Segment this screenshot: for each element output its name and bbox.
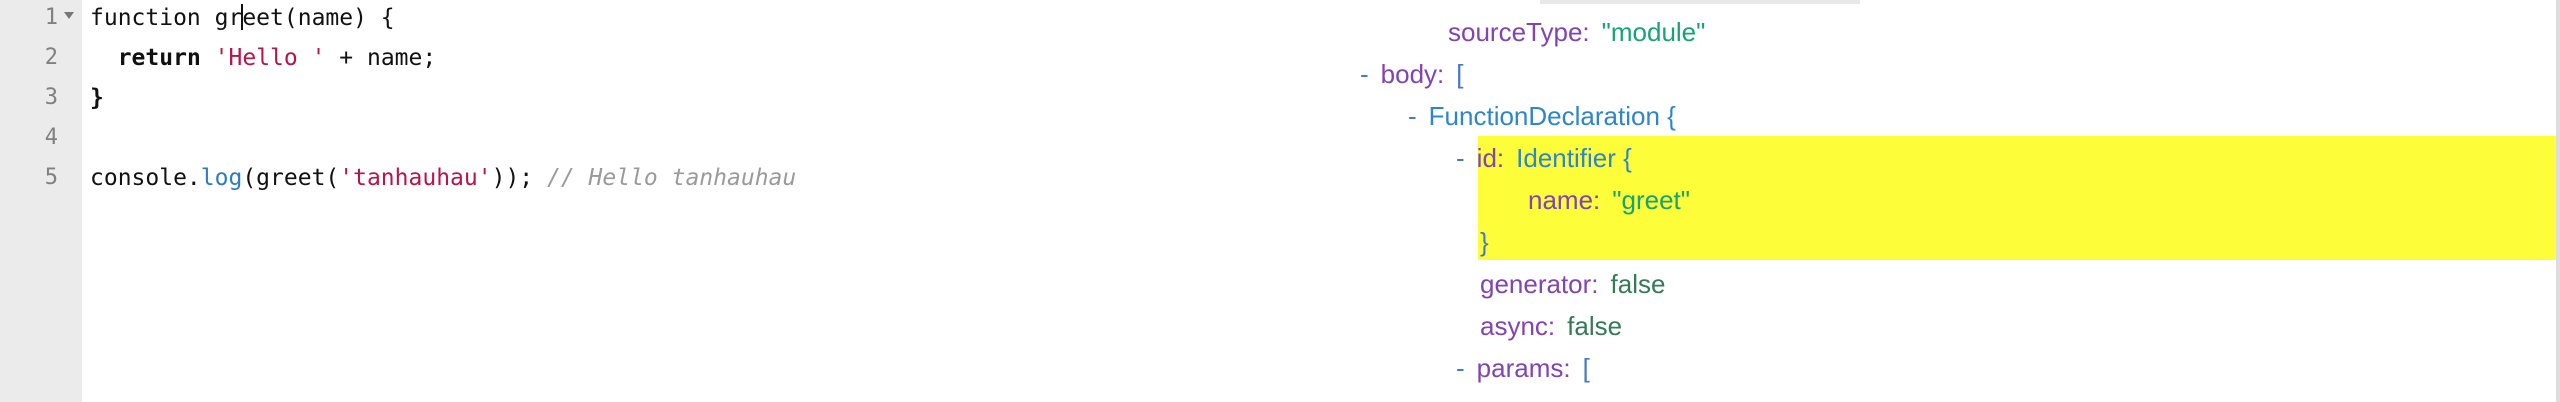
node-value: "greet"	[1612, 185, 1690, 215]
code-line[interactable]: console.log(greet('tanhauhau')); // Hell…	[90, 162, 796, 194]
ast-node-row[interactable]: - FunctionDeclaration {	[1408, 96, 1676, 136]
line-number-gutter: 1 2 3 4 5	[0, 0, 82, 402]
code-line[interactable]: return 'Hello ' + name;	[90, 42, 437, 74]
line-number: 4	[44, 125, 58, 150]
code-token: eet(name) {	[242, 5, 395, 31]
collapse-toggle-icon[interactable]: -	[1408, 101, 1417, 131]
node-key: params:	[1476, 353, 1571, 383]
node-value: false	[1610, 269, 1666, 299]
node-value: }	[1480, 227, 1489, 257]
ast-node-row[interactable]: }	[1480, 222, 1489, 262]
scrolled-content-edge	[1540, 0, 1860, 4]
code-token: console.	[90, 165, 201, 191]
tree-scrollbar[interactable]	[2556, 0, 2560, 402]
line-number: 2	[44, 45, 58, 70]
ast-node-row[interactable]: - params: [	[1456, 348, 1590, 388]
ast-node-row[interactable]: sourceType: "module"	[1448, 12, 1705, 52]
ast-node-row[interactable]: generator: false	[1480, 264, 1665, 304]
code-token: // Hello tanhauhau	[546, 165, 797, 191]
code-token: ));	[491, 165, 547, 191]
ast-node-row[interactable]: name: "greet"	[1528, 180, 1690, 220]
node-key: sourceType:	[1448, 17, 1590, 47]
node-key: async:	[1480, 311, 1556, 341]
ast-node-row[interactable]: async: false	[1480, 306, 1622, 346]
node-value: false	[1567, 311, 1623, 341]
code-token: (greet(	[242, 165, 340, 191]
ast-node-row[interactable]: - body: [	[1360, 54, 1464, 94]
code-line[interactable]: }	[90, 82, 104, 114]
code-line[interactable]: function greet(name) {	[90, 2, 395, 34]
node-value: Identifier {	[1516, 143, 1632, 173]
collapse-toggle-icon[interactable]: -	[1360, 59, 1369, 89]
code-token: 'tanhauhau'	[339, 165, 492, 191]
code-token: + name;	[325, 45, 437, 71]
line-number: 1	[44, 5, 58, 30]
node-key: name:	[1528, 185, 1601, 215]
code-token: function gr	[90, 5, 243, 31]
code-token: 'Hello '	[214, 45, 326, 71]
astexplorer-window: 1 2 3 4 5 function greet(name) { return 'Hel…	[0, 0, 2560, 402]
ast-tree-panel[interactable]: sourceType: "module" - body:[- FunctionDecla…	[1360, 0, 2560, 402]
node-value: [	[1582, 353, 1590, 383]
node-value: [	[1456, 59, 1464, 89]
collapse-toggle-icon[interactable]: -	[1456, 353, 1465, 383]
line-number: 3	[44, 85, 58, 110]
node-key: body:	[1380, 59, 1445, 89]
node-value: FunctionDeclaration {	[1428, 101, 1676, 131]
code-editor[interactable]: 1 2 3 4 5 function greet(name) { return 'Hel…	[0, 0, 1360, 402]
line-number: 5	[44, 165, 58, 190]
code-token: log	[200, 165, 243, 191]
node-key: id:	[1476, 143, 1505, 173]
fold-toggle-icon[interactable]	[64, 12, 74, 19]
code-token: return	[117, 45, 201, 71]
ast-node-row[interactable]: - id: Identifier {	[1456, 138, 1632, 178]
collapse-toggle-icon[interactable]: -	[1456, 143, 1465, 173]
code-token: }	[90, 85, 104, 111]
node-key: generator:	[1480, 269, 1599, 299]
node-value: "module"	[1601, 17, 1706, 47]
